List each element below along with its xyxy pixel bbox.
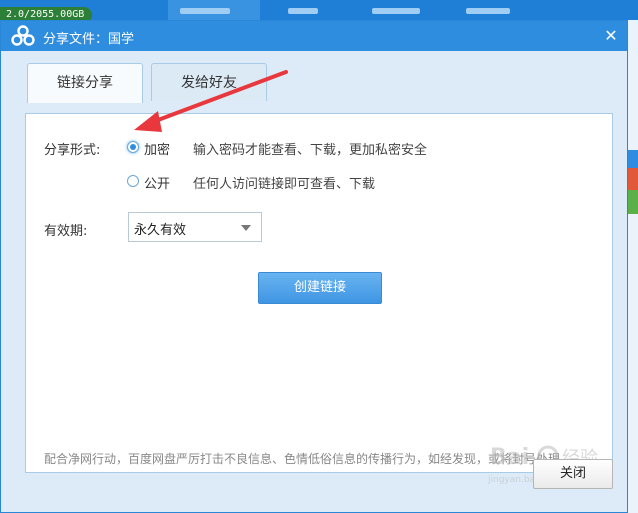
tab-link-share[interactable]: 链接分享 — [27, 63, 143, 103]
dropdown-arrow-icon — [241, 225, 251, 231]
validity-label: 有效期: — [44, 224, 88, 239]
dialog-titlebar: 分享文件：国学 ✕ — [1, 21, 627, 51]
encrypted-description: 输入密码才能查看、下载，更加私密安全 — [193, 143, 428, 158]
background-tab-stub — [180, 8, 230, 14]
public-description: 任何人访问链接即可查看、下载 — [193, 177, 376, 192]
validity-select[interactable]: 永久有效 — [128, 212, 262, 242]
close-button[interactable]: 关闭 — [533, 459, 613, 489]
background-tab-stub — [372, 8, 420, 14]
background-side-strip — [628, 190, 638, 214]
cloud-logo-icon — [11, 25, 35, 46]
background-toolbar — [0, 0, 638, 20]
dialog-title: 分享文件：国学 — [43, 32, 135, 47]
public-radio[interactable] — [127, 175, 139, 187]
svg-text:Bai: Bai — [490, 445, 529, 470]
background-tab-stub — [466, 8, 510, 14]
tab-send-friend[interactable]: 发给好友 — [151, 63, 267, 101]
background-side-strip — [628, 168, 638, 190]
background-side-strip — [628, 150, 638, 168]
encrypted-option-label[interactable]: 加密 — [144, 139, 170, 158]
link-share-panel: 分享形式: 加密 输入密码才能查看、下载，更加私密安全 公开 任何人访问链接即可… — [25, 113, 613, 473]
public-option-label[interactable]: 公开 — [144, 173, 170, 192]
background-tab-stub — [288, 8, 318, 14]
validity-value: 永久有效 — [134, 223, 187, 238]
create-link-button[interactable]: 创建链接 — [258, 272, 382, 304]
encrypted-radio[interactable] — [127, 141, 139, 153]
close-icon[interactable]: ✕ — [599, 24, 623, 48]
share-form-label: 分享形式: — [44, 143, 101, 158]
